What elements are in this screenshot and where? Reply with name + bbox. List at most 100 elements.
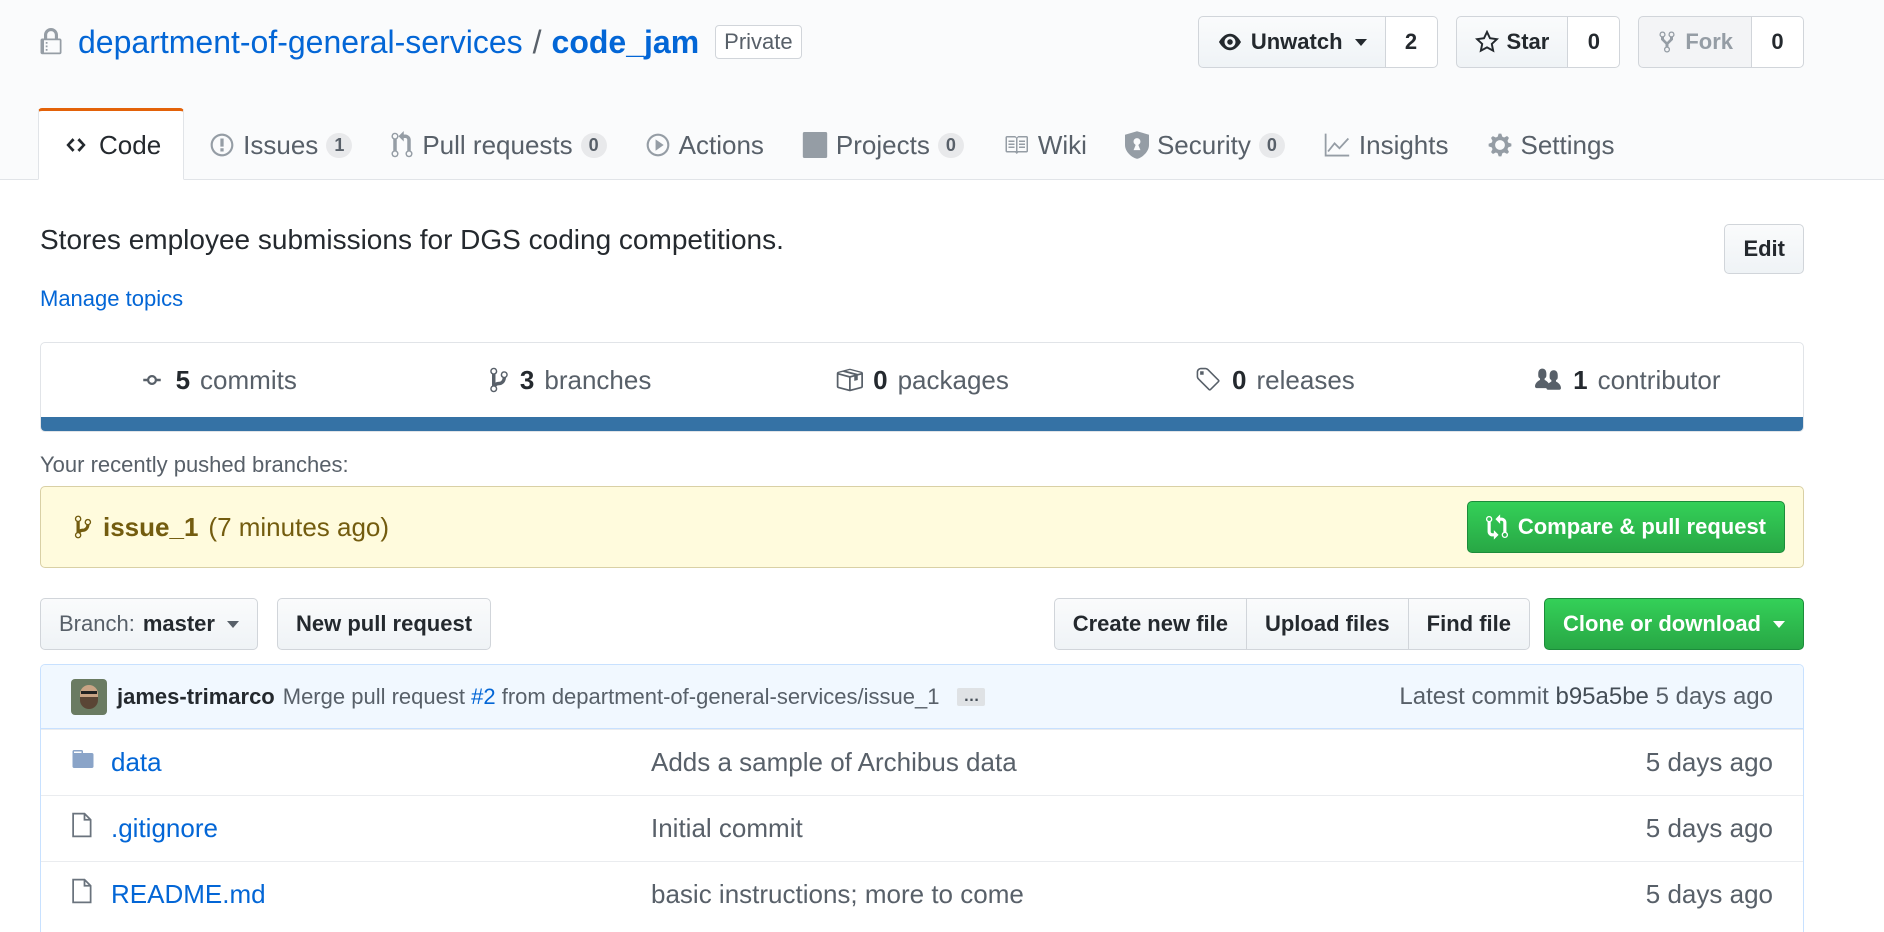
gear-icon	[1487, 132, 1513, 158]
commit-sha[interactable]: b95a5be	[1555, 683, 1648, 710]
repo-name-link[interactable]: code_jam	[552, 24, 700, 61]
branches-count: 3	[519, 364, 535, 395]
releases-summary[interactable]: 0 releases	[1098, 343, 1450, 417]
repo-title: department-of-general-services / code_ja…	[40, 18, 802, 66]
fork-label: Fork	[1685, 29, 1733, 54]
branch-select-button[interactable]: Branch: master	[40, 598, 258, 650]
file-table: james-trimarco Merge pull request #2 fro…	[40, 664, 1804, 932]
folder-icon	[41, 747, 111, 778]
fork-count[interactable]: 0	[1752, 16, 1804, 68]
new-pull-request-button[interactable]: New pull request	[277, 598, 492, 650]
commit-pr-link[interactable]: #2	[471, 684, 495, 709]
language-bar[interactable]	[41, 417, 1803, 431]
private-badge: Private	[715, 25, 802, 59]
edit-description-button[interactable]: Edit	[1724, 224, 1804, 274]
contributors-count: 1	[1573, 364, 1588, 395]
upload-files-button[interactable]: Upload files	[1245, 598, 1409, 650]
releases-count: 0	[1232, 364, 1247, 395]
recent-branch-time: (7 minutes ago)	[208, 511, 390, 542]
tab-insights[interactable]: Insights	[1310, 108, 1462, 180]
contributors-summary[interactable]: 1 contributor	[1451, 343, 1803, 417]
file-button-group: Create new file Upload files Find file	[1053, 598, 1530, 650]
tab-label: Actions	[678, 129, 764, 160]
git-branch-icon	[73, 514, 93, 540]
unwatch-label: Unwatch	[1250, 29, 1343, 54]
chevron-down-icon	[226, 620, 239, 628]
commit-message-suffix[interactable]: from department-of-general-services/issu…	[502, 684, 940, 709]
latest-commit-bar: james-trimarco Merge pull request #2 fro…	[41, 665, 1803, 729]
tab-settings[interactable]: Settings	[1474, 108, 1628, 180]
file-age: 5 days ago	[1645, 813, 1773, 843]
package-icon	[835, 366, 864, 394]
table-row[interactable]: data Adds a sample of Archibus data 5 da…	[41, 729, 1803, 795]
recent-branches-label: Your recently pushed branches:	[40, 452, 349, 477]
tab-actions[interactable]: Actions	[632, 108, 777, 180]
fork-group: Fork 0	[1638, 16, 1804, 68]
avatar[interactable]	[71, 678, 107, 715]
issue-opened-icon	[209, 132, 235, 158]
tab-label: Wiki	[1037, 129, 1087, 160]
file-commit-message[interactable]: basic instructions; more to come	[651, 879, 1646, 910]
repo-owner-link[interactable]: department-of-general-services	[78, 24, 523, 61]
file-navigation: Branch: master New pull request Create n…	[40, 598, 1804, 650]
commits-label: commits	[200, 364, 297, 395]
recent-branch-name[interactable]: issue_1	[103, 512, 198, 543]
latest-commit-label: Latest commit	[1399, 682, 1549, 710]
releases-label: releases	[1256, 364, 1355, 395]
star-label: Star	[1506, 29, 1550, 54]
clone-label: Clone or download	[1563, 611, 1761, 636]
project-icon	[802, 132, 828, 158]
star-count[interactable]: 0	[1568, 16, 1621, 68]
tab-label: Projects	[835, 129, 930, 160]
commit-author[interactable]: james-trimarco	[117, 684, 275, 710]
numbers-summary: 5 commits 3 branches 0 packages 0 releas…	[40, 342, 1804, 432]
branches-label: branches	[544, 364, 652, 395]
file-name-link[interactable]: README.md	[111, 879, 651, 910]
branch-prefix: Branch:	[59, 611, 135, 636]
clone-or-download-button[interactable]: Clone or download	[1544, 598, 1804, 650]
commits-count: 5	[175, 364, 191, 395]
repo-actions: Unwatch 2 Star 0 Fork 0	[1197, 16, 1804, 68]
file-age: 5 days ago	[1645, 879, 1773, 909]
file-commit-message[interactable]: Adds a sample of Archibus data	[651, 747, 1646, 778]
book-icon	[1002, 133, 1030, 157]
expand-commit-button[interactable]: …	[957, 687, 986, 706]
manage-topics-link[interactable]: Manage topics	[40, 286, 183, 312]
tab-label: Settings	[1520, 129, 1615, 160]
unwatch-button[interactable]: Unwatch	[1197, 16, 1386, 68]
star-button[interactable]: Star	[1455, 16, 1569, 68]
table-row[interactable]: .gitignore Initial commit 5 days ago	[41, 795, 1803, 861]
tab-issues[interactable]: Issues 1	[196, 108, 365, 180]
people-icon	[1533, 367, 1563, 393]
tab-pull-requests[interactable]: Pull requests 0	[377, 108, 619, 180]
commit-message-prefix[interactable]: Merge pull request	[283, 684, 465, 709]
tab-code[interactable]: Code	[38, 108, 185, 180]
commits-summary[interactable]: 5 commits	[41, 343, 393, 417]
watch-count[interactable]: 2	[1385, 16, 1438, 68]
file-name-link[interactable]: .gitignore	[111, 813, 651, 844]
lock-icon	[40, 28, 62, 56]
pull-requests-counter: 0	[580, 132, 607, 158]
compare-pull-request-button[interactable]: Compare & pull request	[1466, 501, 1785, 553]
tab-security[interactable]: Security 0	[1112, 108, 1298, 180]
path-separator: /	[532, 23, 542, 60]
shield-icon	[1124, 131, 1149, 159]
tab-projects[interactable]: Projects 0	[789, 108, 977, 180]
tab-label: Code	[99, 129, 162, 160]
repo-header: department-of-general-services / code_ja…	[0, 0, 1884, 180]
chevron-down-icon	[1773, 620, 1785, 628]
file-commit-message[interactable]: Initial commit	[651, 813, 1646, 844]
tab-wiki[interactable]: Wiki	[989, 108, 1100, 180]
packages-summary[interactable]: 0 packages	[746, 343, 1098, 417]
branches-summary[interactable]: 3 branches	[393, 343, 745, 417]
graph-icon	[1323, 132, 1351, 158]
find-file-button[interactable]: Find file	[1407, 598, 1530, 650]
commit-age: 5 days ago	[1655, 682, 1773, 710]
play-icon	[645, 132, 671, 158]
recent-branch: issue_1 (7 minutes ago)	[73, 512, 389, 543]
fork-button[interactable]: Fork	[1638, 16, 1752, 68]
file-name-link[interactable]: data	[111, 747, 651, 778]
create-new-file-button[interactable]: Create new file	[1053, 598, 1247, 650]
table-row[interactable]: README.md basic instructions; more to co…	[41, 861, 1803, 927]
repo-description: Stores employee submissions for DGS codi…	[40, 224, 784, 255]
